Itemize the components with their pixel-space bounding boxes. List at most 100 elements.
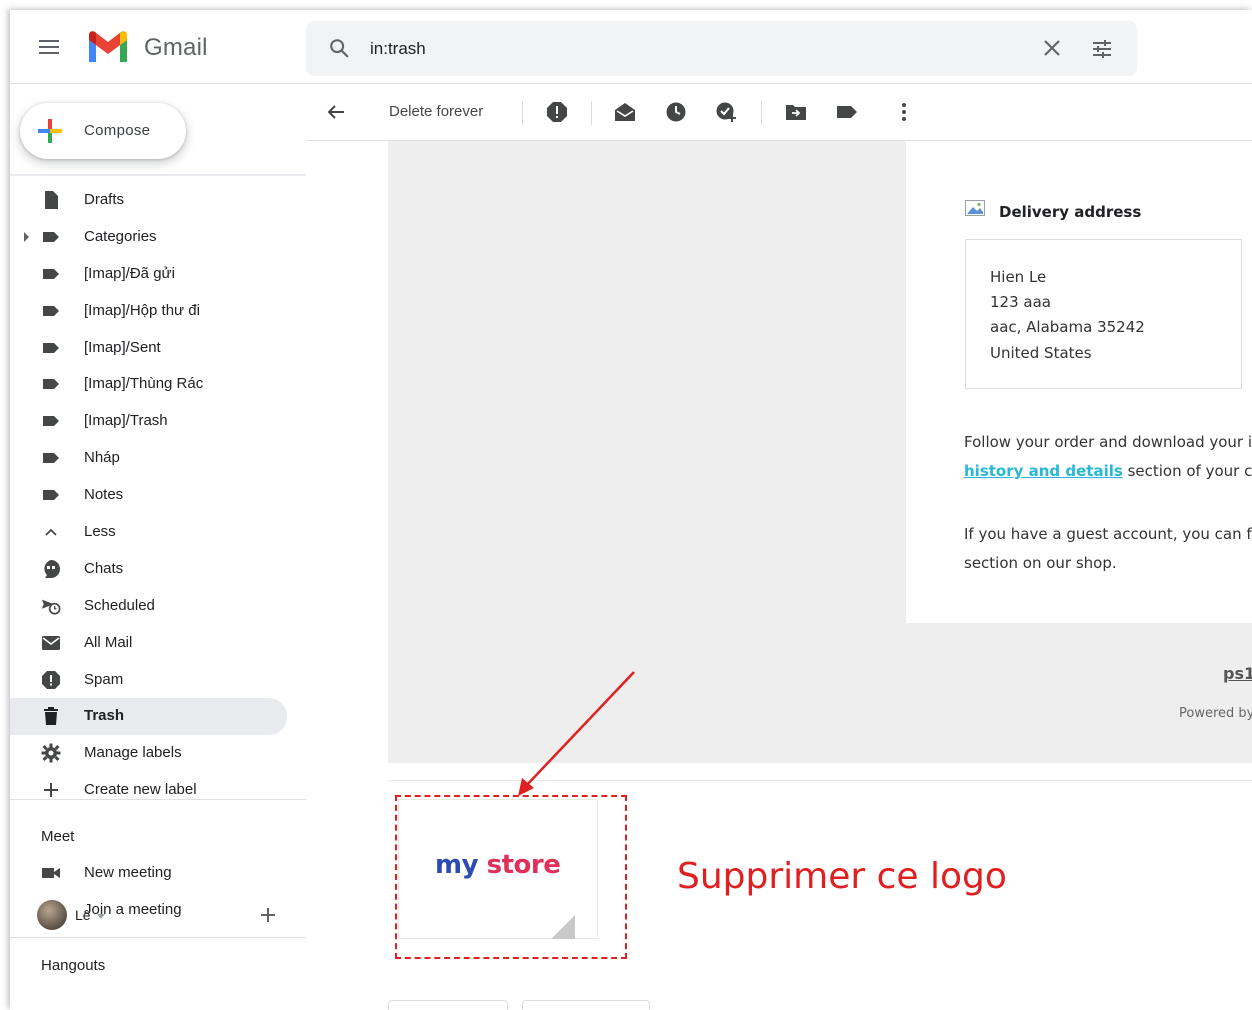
sidebar-item-chats[interactable]: Chats xyxy=(10,551,287,588)
sidebar-item-less[interactable]: Less xyxy=(10,514,287,551)
label-icon xyxy=(43,342,59,353)
address-line: United States xyxy=(990,344,1092,362)
sidebar-item-imap-hop-thu-di[interactable]: [Imap]/Hộp thư đi xyxy=(10,293,287,330)
compose-button[interactable]: Compose xyxy=(20,103,186,159)
sidebar-item-label: Nháp xyxy=(84,449,120,467)
shop-link[interactable]: ps1 xyxy=(1223,664,1252,683)
address-line: Hien Le xyxy=(990,268,1047,286)
label-icon xyxy=(43,305,59,316)
meet-divider xyxy=(10,799,306,800)
report-spam-icon[interactable] xyxy=(546,101,568,123)
hangouts-title: Hangouts xyxy=(41,957,106,974)
more-options-icon[interactable] xyxy=(893,101,915,123)
toolbar-divider xyxy=(591,101,592,125)
move-to-icon[interactable] xyxy=(785,101,807,123)
follow-order-suffix: section of your custo xyxy=(1127,462,1252,480)
sidebar-nav: Drafts Categories [Imap]/Đã gửi [Imap]/H… xyxy=(10,182,306,809)
mail-icon xyxy=(42,635,60,650)
new-meeting-button[interactable]: New meeting xyxy=(10,855,287,891)
label-icon xyxy=(43,490,59,501)
forward-button[interactable] xyxy=(522,1000,650,1010)
search-options-icon[interactable] xyxy=(1090,37,1114,61)
sidebar-item-label: Drafts xyxy=(84,191,125,208)
sidebar-item-label: [Imap]/Thùng Rác xyxy=(84,375,204,393)
snooze-clock-icon[interactable] xyxy=(665,101,687,123)
sidebar-item-label: [Imap]/Hộp thư đi xyxy=(84,301,200,319)
spam-icon xyxy=(42,670,60,689)
plus-icon xyxy=(44,783,58,798)
delete-forever-button[interactable]: Delete forever xyxy=(389,103,483,120)
order-history-link[interactable]: history and details xyxy=(964,462,1123,480)
sidebar-item-label: Chats xyxy=(84,559,124,577)
address-line: 123 aaa xyxy=(990,293,1051,311)
search-icon[interactable] xyxy=(328,37,350,59)
main-menu-icon[interactable] xyxy=(36,36,62,60)
sidebar-item-imap-sent[interactable]: [Imap]/Sent xyxy=(10,330,287,367)
highlight-box xyxy=(395,795,627,959)
sidebar-item-imap-da-gui[interactable]: [Imap]/Đã gửi xyxy=(10,256,287,293)
sidebar-item-notes[interactable]: Notes xyxy=(10,477,287,514)
add-to-tasks-icon[interactable] xyxy=(715,101,737,123)
hangouts-user-name[interactable]: Lê xyxy=(75,907,91,923)
sidebar-item-label: Less xyxy=(84,523,116,541)
label-icon xyxy=(43,268,59,279)
scheduled-icon xyxy=(41,599,61,615)
powered-by-text: Powered by xyxy=(1179,706,1252,721)
sidebar-item-label: [Imap]/Trash xyxy=(84,412,168,430)
sidebar: Compose Drafts Categories [Imap]/Đã gửi … xyxy=(10,85,306,1010)
mark-unread-icon[interactable] xyxy=(614,101,636,123)
sidebar-item-label: Spam xyxy=(84,670,124,688)
sidebar-item-create-label[interactable]: Create new label xyxy=(10,772,287,809)
compose-label: Compose xyxy=(84,122,151,139)
top-header: Gmail in:trash xyxy=(10,10,1252,84)
sidebar-item-nhap[interactable]: Nháp xyxy=(10,440,287,477)
compose-plus-icon xyxy=(38,119,62,143)
annotation-text: Supprimer ce logo xyxy=(677,856,1007,897)
gmail-window: Gmail in:trash Compose Drafts Categories… xyxy=(10,10,1252,1010)
sidebar-item-all-mail[interactable]: All Mail xyxy=(10,625,287,662)
broken-image-icon xyxy=(965,200,985,216)
close-icon[interactable] xyxy=(1042,38,1062,58)
sidebar-item-label: All Mail xyxy=(84,633,133,651)
label-icon xyxy=(43,416,59,427)
sidebar-item-categories[interactable]: Categories xyxy=(10,219,287,256)
sidebar-divider xyxy=(10,174,306,176)
reply-button[interactable] xyxy=(388,1000,508,1010)
video-camera-icon xyxy=(42,868,60,878)
sidebar-item-label: [Imap]/Đã gửi xyxy=(84,264,175,282)
label-icon xyxy=(43,453,59,464)
follow-order-text: Follow your order and download your inv xyxy=(964,433,1252,451)
trash-icon xyxy=(44,707,58,726)
gear-icon xyxy=(41,743,61,763)
sidebar-item-spam[interactable]: Spam xyxy=(10,662,287,699)
sidebar-item-manage-labels[interactable]: Manage labels xyxy=(10,735,287,772)
sidebar-item-imap-trash[interactable]: [Imap]/Trash xyxy=(10,403,287,440)
sidebar-item-scheduled[interactable]: Scheduled xyxy=(10,588,287,625)
toolbar-divider xyxy=(761,101,762,125)
search-input[interactable]: in:trash xyxy=(370,39,426,59)
sidebar-item-imap-thung-rac[interactable]: [Imap]/Thùng Rác xyxy=(10,366,287,403)
address-line: aac, Alabama 35242 xyxy=(990,318,1145,336)
annotation-arrow-icon xyxy=(518,671,635,796)
chevron-down-icon[interactable] xyxy=(97,914,105,919)
sidebar-item-trash[interactable]: Trash xyxy=(10,698,287,736)
sidebar-item-label: Manage labels xyxy=(84,744,182,762)
new-meeting-label: New meeting xyxy=(84,864,172,881)
guest-account-text: If you have a guest account, you can fol… xyxy=(964,525,1252,543)
toolbar-divider xyxy=(522,101,523,125)
sidebar-item-drafts[interactable]: Drafts xyxy=(10,182,287,219)
sidebar-item-label: [Imap]/Sent xyxy=(84,338,161,356)
chat-icon xyxy=(44,559,60,578)
message-toolbar: Delete forever xyxy=(306,85,1252,141)
label-icon xyxy=(43,231,59,242)
caret-right-icon[interactable] xyxy=(24,231,29,242)
back-arrow-icon[interactable] xyxy=(325,101,347,123)
delivery-address-title: Delivery address xyxy=(999,203,1142,221)
gmail-logo[interactable]: Gmail xyxy=(86,30,207,66)
add-contact-icon[interactable] xyxy=(258,905,278,925)
follow-order-text-2: history and details section of your cust… xyxy=(964,462,1252,480)
label-as-icon[interactable] xyxy=(836,101,858,123)
search-bar[interactable]: in:trash xyxy=(306,21,1137,76)
avatar[interactable] xyxy=(37,900,67,930)
address-box: Hien Le 123 aaa aac, Alabama 35242 Unite… xyxy=(965,239,1242,389)
